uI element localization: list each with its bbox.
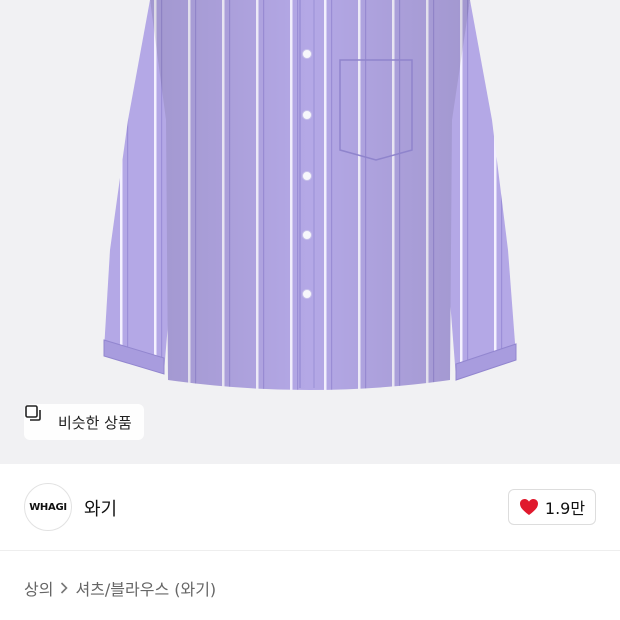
shirt-image bbox=[103, 0, 517, 390]
breadcrumb-item-category[interactable]: 상의 bbox=[24, 576, 53, 600]
similar-items-label: 비슷한 상품 bbox=[58, 413, 132, 432]
similar-items-icon bbox=[25, 405, 52, 431]
brand-logo[interactable]: WHAGI bbox=[24, 483, 72, 531]
breadcrumb-item-subcategory[interactable]: 셔츠/블라우스 (와기) bbox=[75, 576, 216, 600]
breadcrumb: 상의 셔츠/블라우스 (와기) bbox=[24, 576, 216, 600]
like-button[interactable]: 1.9만 bbox=[508, 489, 596, 525]
chevron-right-icon bbox=[57, 579, 71, 598]
brand-name[interactable]: 와기 bbox=[84, 495, 117, 521]
brand-logo-text: WHAGI bbox=[29, 501, 67, 513]
heart-icon bbox=[519, 498, 539, 516]
like-count: 1.9만 bbox=[544, 499, 586, 518]
similar-items-button[interactable]: 비슷한 상품 bbox=[24, 404, 144, 440]
product-title bbox=[24, 612, 324, 620]
product-image-area[interactable]: 비슷한 상품 bbox=[0, 0, 620, 464]
